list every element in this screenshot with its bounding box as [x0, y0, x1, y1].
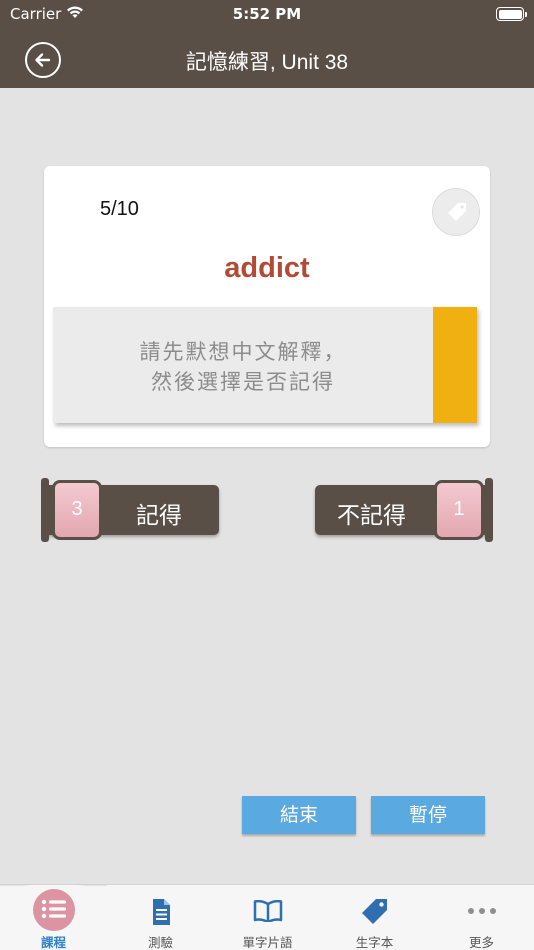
forget-label: 不記得 — [337, 503, 406, 529]
tab-label: 課程 — [40, 935, 66, 950]
tab-words-phrases[interactable]: 單字片語 — [214, 885, 321, 950]
page-title: 記憶練習, Unit 38 — [185, 51, 349, 74]
tab-quiz[interactable]: 測驗 — [107, 885, 214, 950]
button-cap — [41, 478, 49, 542]
clock: 5:52 PM — [232, 5, 302, 23]
tab-bar: 課程 測驗 單字片語 生字本 更多 — [0, 884, 534, 950]
remember-button[interactable]: 3 記得 — [41, 478, 219, 542]
battery-icon — [496, 7, 527, 21]
end-button[interactable]: 結束 — [242, 796, 356, 834]
button-cap — [485, 478, 493, 542]
top-bar: Carrier 5:52 PM 記憶練習, Unit 38 — [0, 0, 534, 88]
remember-count-badge: 3 — [52, 480, 102, 540]
tab-courses[interactable]: 課程 — [0, 884, 107, 950]
vocab-word: addict — [224, 252, 310, 284]
forget-button[interactable]: 不記得 1 — [315, 478, 493, 542]
hint-reveal-strip[interactable] — [433, 307, 477, 423]
flashcard: 5/10 addict 請先默想中文解釋， 然後選擇是否記得 — [44, 166, 490, 447]
pause-button[interactable]: 暫停 — [371, 796, 485, 834]
tab-label: 單字片語 — [242, 935, 293, 950]
tab-label: 測驗 — [147, 935, 173, 950]
list-icon — [41, 899, 66, 919]
hint-panel[interactable]: 請先默想中文解釋， 然後選擇是否記得 — [53, 307, 477, 423]
status-bar: Carrier 5:52 PM — [0, 0, 534, 30]
tab-label: 生字本 — [355, 935, 394, 950]
add-to-vocab-button[interactable] — [432, 188, 480, 236]
hint-text: 請先默想中文解釋， 然後選擇是否記得 — [139, 340, 347, 394]
book-icon — [253, 900, 282, 922]
tab-more[interactable]: 更多 — [428, 885, 534, 950]
tab-vocab-book[interactable]: 生字本 — [321, 885, 428, 950]
progress-counter: 5/10 — [100, 198, 139, 220]
forget-count-badge: 1 — [434, 480, 484, 540]
document-icon — [152, 899, 170, 925]
navigation-bar: 記憶練習, Unit 38 — [0, 30, 534, 88]
tag-icon — [361, 899, 387, 924]
tab-label: 更多 — [468, 935, 494, 950]
tag-icon — [448, 203, 466, 221]
remember-label: 記得 — [136, 503, 182, 529]
more-icon — [467, 908, 496, 914]
